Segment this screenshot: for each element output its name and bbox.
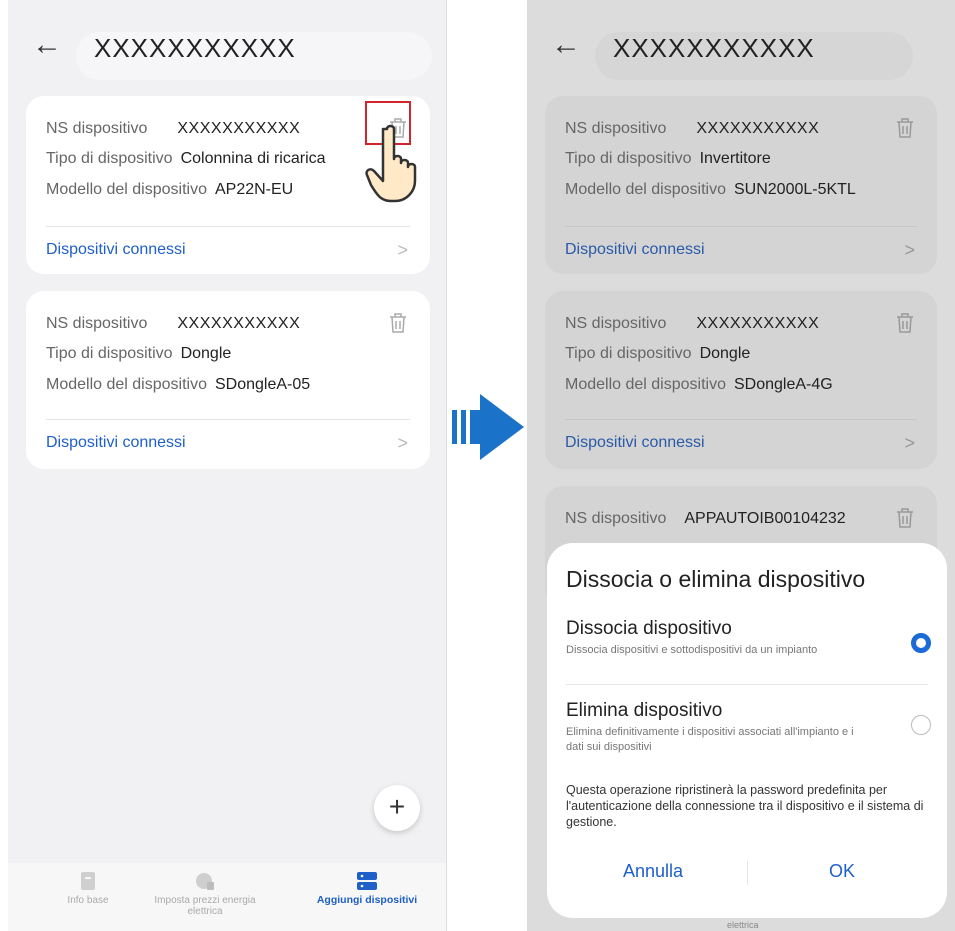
trash-icon[interactable] [895,312,915,334]
chevron-right-icon[interactable]: > [397,240,408,261]
chevron-right-icon[interactable]: > [397,433,408,454]
delete-radio[interactable] [911,715,931,735]
sn-label: NS dispositivo [565,315,667,332]
tab-label: Imposta prezzi energia elettrica [154,895,256,917]
type-label: Tipo di dispositivo [46,150,173,167]
sn-value: XXXXXXXXXXX [177,315,301,332]
warning-note: Questa operazione ripristinerà la passwo… [566,783,924,829]
back-arrow-icon[interactable]: ← [551,30,581,60]
devices-icon [357,872,377,890]
back-arrow-icon[interactable]: ← [32,30,62,60]
connected-devices-link[interactable]: Dispositivi connessi [565,241,705,259]
left-screen: ← XXXXXXXXXXX NS dispositivo XXXXXXXXXXX … [8,0,446,931]
tab-info-base[interactable]: Info base [58,871,118,906]
sn-value: XXXXXXXXXXX [696,315,820,332]
right-screen: ← XXXXXXXXXXX NS dispositivo XXXXXXXXXXX … [527,0,955,931]
tab-label-fragment: elettrica [727,920,759,930]
trash-icon[interactable] [895,117,915,139]
divider [566,684,928,685]
ok-button[interactable]: OK [829,861,855,882]
divider [565,226,917,227]
connected-devices-link[interactable]: Dispositivi connessi [46,241,186,259]
cancel-button[interactable]: Annulla [623,861,683,882]
divider [46,419,410,420]
dialog-title: Dissocia o elimina dispositivo [566,566,866,592]
model-label: Modello del dispositivo [565,181,726,198]
tab-add-devices[interactable]: Aggiungi dispositivi [308,871,426,906]
connected-devices-link[interactable]: Dispositivi connessi [46,434,186,452]
tab-label: Aggiungi dispositivi [316,894,418,906]
add-device-button[interactable]: + [374,785,420,831]
model-value: AP22N-EU [214,181,294,198]
button-separator [747,861,748,885]
option-dissociate-title[interactable]: Dissocia dispositivo [566,618,732,640]
dissociate-delete-dialog: Dissocia o elimina dispositivo Dissocia … [547,543,947,918]
type-value: Dongle [699,345,751,362]
plant-title: XXXXXXXXXXX [595,32,913,80]
type-label: Tipo di dispositivo [565,150,692,167]
type-value: Colonnina di ricarica [180,150,326,167]
type-value: Dongle [180,345,232,362]
sn-label: NS dispositivo [565,510,667,527]
sn-value: APPAUTOIB00104232 [684,510,846,527]
model-label: Modello del dispositivo [46,181,207,198]
dissociate-radio[interactable] [911,633,931,653]
device-card: NS dispositivo XXXXXXXXXXX Tipo di dispos… [26,291,430,469]
sn-label: NS dispositivo [565,120,667,137]
bottom-tab-bar: Info base Imposta prezzi energia elettri… [8,863,446,931]
model-value: SDongleA-4G [733,376,833,393]
chevron-right-icon[interactable]: > [904,240,915,261]
plant-title: XXXXXXXXXXX [76,32,432,80]
model-label: Modello del dispositivo [565,376,726,393]
transition-arrow-icon [452,394,524,460]
sn-value: XXXXXXXXXXX [177,120,301,137]
model-value: SUN2000L-5KTL [733,181,856,198]
trash-icon[interactable] [895,507,915,529]
header: ← XXXXXXXXXXX [8,0,446,85]
tab-label: Info base [67,895,109,906]
tab-energy-prices[interactable]: Imposta prezzi energia elettrica [150,871,260,917]
device-card: NS dispositivo XXXXXXXXXXX Tipo di dispos… [545,291,937,469]
sn-value: XXXXXXXXXXX [696,120,820,137]
type-label: Tipo di dispositivo [565,345,692,362]
model-label: Modello del dispositivo [46,376,207,393]
sn-label: NS dispositivo [46,120,148,137]
type-value: Invertitore [699,150,771,167]
option-delete-desc: Elimina definitivamente i dispositivi as… [566,726,854,753]
sn-label: NS dispositivo [46,315,148,332]
option-delete-title[interactable]: Elimina dispositivo [566,700,722,722]
document-icon [81,872,95,890]
divider [565,419,917,420]
header: ← XXXXXXXXXXX [527,0,955,85]
connected-devices-link[interactable]: Dispositivi connessi [565,434,705,452]
separator [446,0,447,931]
divider [46,226,410,227]
pointing-hand-icon [365,124,417,203]
model-value: SDongleA-05 [214,376,311,393]
price-icon [196,873,214,890]
device-card: NS dispositivo XXXXXXXXXXX Tipo di dispos… [545,96,937,274]
trash-icon[interactable] [388,312,408,334]
option-dissociate-desc: Dissocia dispositivi e sottodispositivi … [566,644,818,656]
type-label: Tipo di dispositivo [46,345,173,362]
chevron-right-icon[interactable]: > [904,433,915,454]
